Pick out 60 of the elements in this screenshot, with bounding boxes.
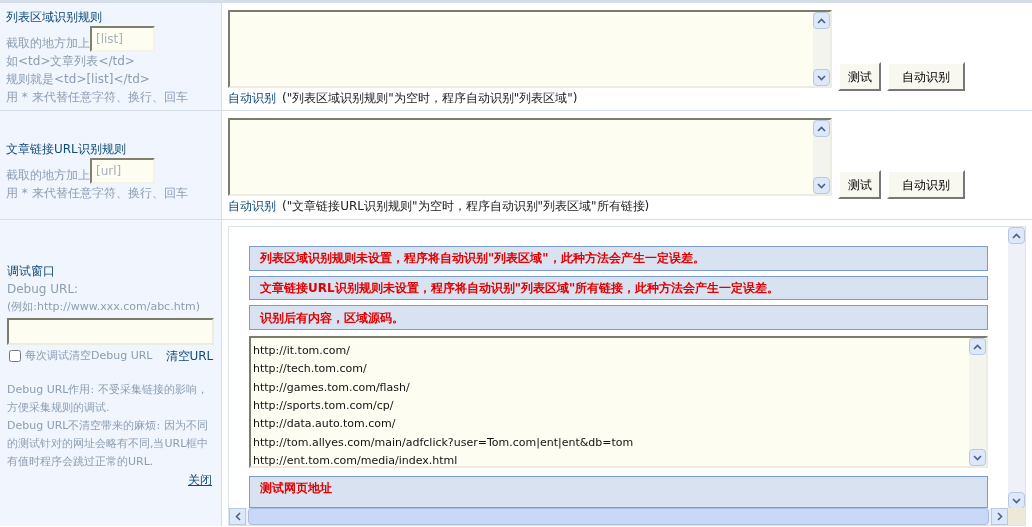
- url-line: http://it.tom.com/: [253, 343, 352, 359]
- rule-note: 如<td>文章列表</td>: [6, 53, 136, 70]
- debug-note: Debug URL不清空带来的麻烦: 因为不同的测试针对的网址会略有不同,当URL框中有值时程序会跳过正常的URL.: [7, 418, 210, 470]
- clear-url-link[interactable]: 清空URL: [165, 347, 214, 365]
- chevron-down-icon: [1012, 497, 1021, 504]
- url-line: http://data.auto.tom.com/: [253, 416, 397, 433]
- debug-url-label: Debug URL:: [7, 281, 80, 298]
- chevron-down-icon: [973, 454, 982, 461]
- auto-detect-button[interactable]: 自动识别: [887, 170, 965, 199]
- horizontal-scrollbar[interactable]: [229, 508, 1025, 525]
- test-button[interactable]: 测试: [838, 170, 881, 199]
- scroll-down-button[interactable]: [969, 449, 986, 466]
- message-bar: 文章链接URL识别规则未设置，程序将自动识别"列表区域"所有链接，此种方法会产生一定误差。: [249, 275, 988, 301]
- message-bar: 列表区域识别规则未设置，程序将自动识别"列表区域"，此种方法会产生一定误差。: [249, 246, 988, 271]
- scroll-up-button[interactable]: [969, 338, 986, 355]
- rule-title: 列表区域识别规则: [6, 9, 103, 26]
- scroll-down-button[interactable]: [813, 69, 830, 86]
- auto-detect-note: ("列表区域识别规则"为空时，程序自动识别"列表区域"): [282, 91, 578, 105]
- debug-title: 调试窗口: [7, 263, 56, 280]
- message-bar: 测试网页地址: [249, 476, 988, 508]
- url-line: http://ent.tom.com/media/index.html: [253, 452, 459, 469]
- chevron-up-icon: [817, 125, 826, 132]
- test-button[interactable]: 测试: [838, 62, 881, 91]
- rule-note: 用 * 来代替任意字符、换行、回车: [6, 89, 189, 106]
- scroll-up-button[interactable]: [813, 12, 830, 29]
- rule-textarea[interactable]: [228, 10, 832, 88]
- debug-url-example: (例如:http://www.xxx.com/abc.htm): [7, 299, 201, 315]
- rule-textarea[interactable]: [228, 118, 832, 196]
- hint-text: 截取的地方加上: [6, 35, 90, 52]
- checkbox-label: 每次调试清空Debug URL: [25, 348, 153, 364]
- chevron-up-icon: [817, 17, 826, 24]
- debug-note: Debug URL作用: 不受采集链接的影响，方便采集规则的调试.: [7, 382, 209, 416]
- clear-url-checkbox[interactable]: [9, 350, 21, 362]
- debug-url-field[interactable]: [7, 318, 214, 345]
- rule-title: 文章链接URL识别规则: [6, 141, 127, 158]
- chevron-down-icon: [817, 182, 826, 189]
- scroll-up-button[interactable]: [813, 120, 830, 137]
- marker-field[interactable]: [list]: [90, 26, 155, 52]
- scroll-down-button[interactable]: [813, 177, 830, 194]
- auto-detect-link[interactable]: 自动识别: [228, 91, 276, 105]
- auto-detect-note: ("文章链接URL识别规则"为空时，程序自动识别"列表区域"所有链接): [282, 199, 650, 213]
- chevron-up-icon: [1012, 232, 1021, 239]
- url-line: http://tech.tom.com/: [253, 361, 368, 378]
- scrollbar-corner: [1008, 508, 1025, 525]
- rule-note: 用 * 来代替任意字符、换行、回车: [6, 185, 189, 202]
- marker-field[interactable]: [url]: [90, 158, 155, 184]
- hint-text: 截取的地方加上: [6, 167, 90, 184]
- url-line: http://games.tom.com/flash/: [253, 379, 411, 396]
- chevron-left-icon: [234, 512, 241, 521]
- chevron-right-icon: [996, 512, 1003, 521]
- auto-detect-link[interactable]: 自动识别: [228, 199, 276, 213]
- chevron-up-icon: [973, 343, 982, 350]
- url-line: http://tom.allyes.com/main/adfclick?user=Tom.com|ent|ent&db=tom: [253, 434, 635, 451]
- chevron-down-icon: [817, 74, 826, 81]
- url-line: http://sports.tom.com/cp/: [253, 397, 395, 414]
- auto-detect-button[interactable]: 自动识别: [887, 62, 965, 91]
- message-bar: 识别后有内容，区域源码。: [249, 305, 988, 330]
- close-link[interactable]: 关闭: [188, 471, 212, 489]
- rule-note: 规则就是<td>[list]</td>: [6, 71, 151, 88]
- scroll-up-button[interactable]: [1008, 227, 1025, 244]
